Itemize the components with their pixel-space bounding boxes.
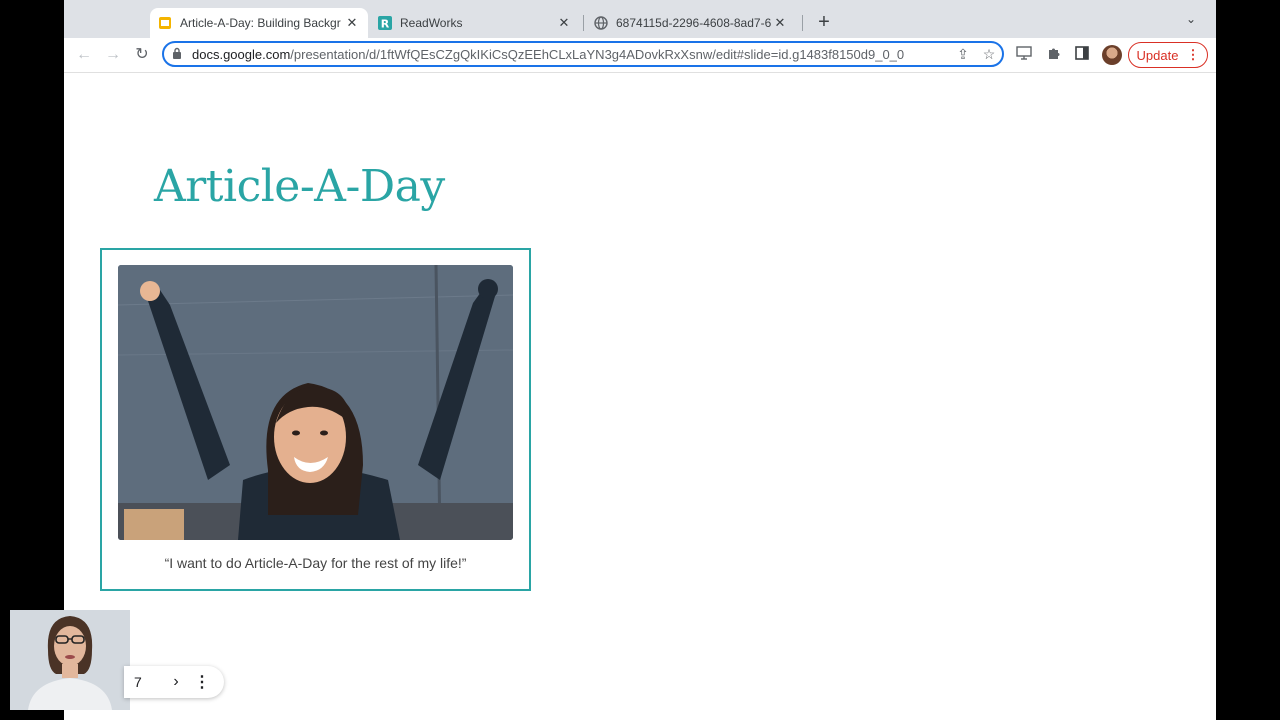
- bookmark-star-icon[interactable]: ☆: [976, 46, 1002, 63]
- slide-navigation-bar: 7 › ⋮: [124, 666, 224, 698]
- tab-separator: [583, 15, 584, 31]
- address-bar[interactable]: docs.google.com/presentation/d/1ftWfQEsC…: [162, 41, 1004, 67]
- browser-window: Article-A-Day: Building Backgr ✕ R ReadW…: [64, 0, 1216, 720]
- forward-arrow-icon[interactable]: →: [102, 44, 124, 66]
- tab-title: 6874115d-2296-4608-8ad7-6: [616, 16, 772, 30]
- tab-uuid-page[interactable]: 6874115d-2296-4608-8ad7-6 ✕: [586, 8, 796, 38]
- tab-strip: Article-A-Day: Building Backgr ✕ R ReadW…: [64, 0, 1216, 38]
- student-celebrating-photo: [118, 265, 513, 540]
- lock-icon: [172, 47, 192, 62]
- tab-search-chevron-icon[interactable]: ⌄: [1186, 12, 1196, 26]
- profile-avatar[interactable]: [1102, 45, 1122, 65]
- globe-icon: [594, 16, 608, 30]
- svg-text:R: R: [381, 18, 390, 31]
- cast-present-icon[interactable]: [1014, 45, 1034, 65]
- tab-separator: [802, 15, 803, 31]
- close-tab-icon[interactable]: ✕: [344, 15, 360, 31]
- slide-number: 7: [134, 674, 142, 690]
- new-tab-button[interactable]: +: [812, 10, 836, 34]
- slide-canvas: Article-A-Day “I want to do Article-A-Da…: [64, 73, 1216, 720]
- more-options-icon[interactable]: ⋮: [190, 672, 214, 692]
- tab-article-a-day[interactable]: Article-A-Day: Building Backgr ✕: [150, 8, 368, 38]
- next-slide-chevron-icon[interactable]: ›: [162, 673, 190, 691]
- tab-title: ReadWorks: [400, 16, 463, 30]
- url-text: docs.google.com/presentation/d/1ftWfQEsC…: [192, 47, 950, 62]
- google-slides-icon: [158, 16, 172, 30]
- readworks-icon: R: [378, 16, 392, 30]
- more-menu-icon: ⋮: [1186, 47, 1200, 62]
- update-label: Update: [1136, 47, 1179, 63]
- tab-title: Article-A-Day: Building Backgr: [180, 16, 341, 30]
- update-button[interactable]: Update ⋮: [1128, 42, 1208, 68]
- photo-frame: “I want to do Article-A-Day for the rest…: [100, 248, 531, 591]
- browser-toolbar: ← → ↻ docs.google.com/presentation/d/1ft…: [64, 38, 1216, 73]
- reload-icon[interactable]: ↻: [131, 44, 153, 66]
- extensions-puzzle-icon[interactable]: [1044, 45, 1064, 65]
- share-icon[interactable]: ⇪: [950, 46, 976, 63]
- close-tab-icon[interactable]: ✕: [772, 15, 788, 31]
- slide-title: Article-A-Day: [154, 161, 445, 212]
- side-panel-icon[interactable]: [1072, 45, 1092, 65]
- presenter-webcam: [10, 610, 130, 710]
- close-tab-icon[interactable]: ✕: [556, 15, 572, 31]
- url-path: /presentation/d/1ftWfQEsCZgQkIKiCsQzEEhC…: [290, 46, 905, 62]
- tab-readworks[interactable]: R ReadWorks ✕: [370, 8, 580, 38]
- url-host: docs.google.com: [192, 46, 291, 62]
- photo-caption: “I want to do Article-A-Day for the rest…: [164, 555, 467, 571]
- back-arrow-icon[interactable]: ←: [73, 44, 95, 66]
